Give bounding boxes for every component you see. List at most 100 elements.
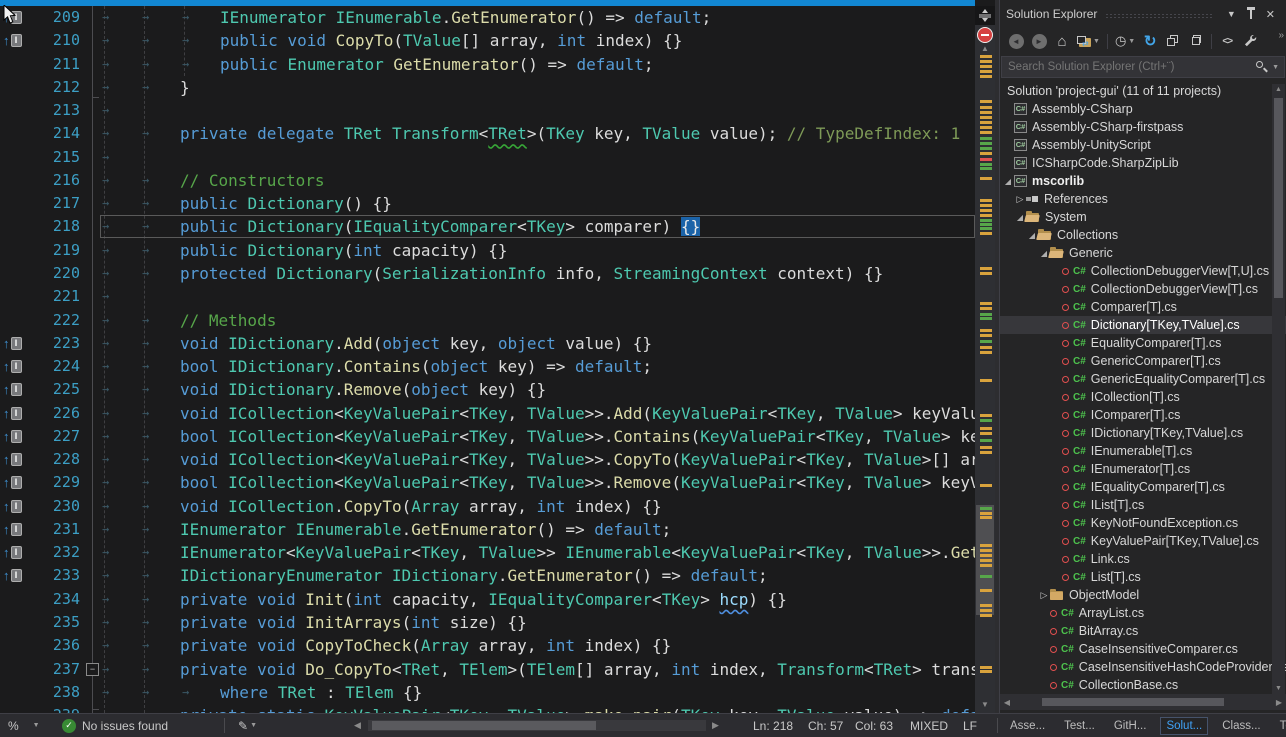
tree-item[interactable]: C#IEnumerable[T].cs: [1000, 442, 1286, 460]
titlebar-grip[interactable]: [1105, 13, 1213, 20]
toolbar-overflow-icon[interactable]: »: [1278, 30, 1284, 41]
code-line[interactable]: →→public Dictionary(int capacity) {}: [100, 239, 975, 262]
scroll-left-icon[interactable]: ◀: [1000, 698, 1014, 707]
tree-item[interactable]: C#BitArray.cs: [1000, 622, 1286, 640]
editor-vertical-scrollbar[interactable]: ▲ ▼: [975, 6, 995, 713]
tree-item[interactable]: ◢Collections: [1000, 226, 1286, 244]
tree-item[interactable]: C#IDictionary[TKey,TValue].cs: [1000, 424, 1286, 442]
line-number[interactable]: 219: [0, 239, 80, 262]
encoding-indicator[interactable]: MIXED: [910, 714, 948, 737]
tree-item[interactable]: C#CollectionDebuggerView[T,U].cs: [1000, 262, 1286, 280]
tool-window-tab[interactable]: Asse...: [1005, 718, 1050, 734]
code-line[interactable]: →→IEnumerator IEnumerable.GetEnumerator(…: [100, 518, 975, 541]
tree-item[interactable]: C#Comparer[T].cs: [1000, 298, 1286, 316]
code-line[interactable]: →: [100, 146, 975, 169]
tree-item[interactable]: ◢System: [1000, 208, 1286, 226]
scroll-right-icon[interactable]: ▶: [712, 714, 719, 737]
close-icon[interactable]: ✕: [1261, 6, 1280, 23]
tree-item[interactable]: C#ICSharpCode.SharpZipLib: [1000, 154, 1286, 172]
tool-window-tab[interactable]: Class...: [1217, 718, 1265, 734]
tree-item[interactable]: C#KeyNotFoundException.cs: [1000, 514, 1286, 532]
code-line-current[interactable]: →→public Dictionary(IEqualityComparer<TK…: [100, 215, 975, 238]
code-line[interactable]: →→private void InitArrays(int size) {}: [100, 611, 975, 634]
code-line[interactable]: →→→where TRet : TElem {}: [100, 681, 975, 704]
line-number[interactable]: 215: [0, 146, 80, 169]
collapse-all-button[interactable]: [1165, 32, 1181, 50]
line-number[interactable]: 222: [0, 309, 80, 332]
code-lines[interactable]: → →→IEnumerator IEnumerable.GetEnumerator…: [100, 0, 975, 713]
code-line[interactable]: →→→public void CopyTo(TValue[] array, in…: [100, 29, 975, 52]
back-button[interactable]: ◄: [1008, 32, 1024, 50]
tree-item[interactable]: C#GenericComparer[T].cs: [1000, 352, 1286, 370]
tree-item[interactable]: ◢Generic: [1000, 244, 1286, 262]
line-number[interactable]: 238: [0, 681, 80, 704]
line-number[interactable]: 237: [0, 658, 80, 681]
code-line[interactable]: →→void ICollection<KeyValuePair<TKey, TV…: [100, 402, 975, 425]
line-number[interactable]: 229: [0, 471, 80, 494]
tree-item[interactable]: C#ArrayList.cs: [1000, 604, 1286, 622]
tree-item[interactable]: C#IEnumerator[T].cs: [1000, 460, 1286, 478]
tree-item[interactable]: C#List[T].cs: [1000, 568, 1286, 586]
line-number[interactable]: 212: [0, 76, 80, 99]
tree-item[interactable]: Solution 'project-gui' (11 of 11 project…: [1000, 82, 1286, 100]
line-number[interactable]: 235: [0, 611, 80, 634]
line-number[interactable]: 223: [0, 332, 80, 355]
tree-item[interactable]: C#EqualityComparer[T].cs: [1000, 334, 1286, 352]
line-number[interactable]: 227: [0, 425, 80, 448]
code-line[interactable]: →→bool IDictionary.Contains(object key) …: [100, 355, 975, 378]
document-health-error-icon[interactable]: [977, 27, 993, 43]
code-line[interactable]: →→private static KeyValuePair<TKey, TVal…: [100, 704, 975, 713]
scrollbar-thumb[interactable]: [372, 721, 596, 730]
code-cleanup-button[interactable]: ✎ ▼: [238, 714, 257, 737]
code-line[interactable]: →→private void CopyToCheck(Array array, …: [100, 634, 975, 657]
tree-item[interactable]: C#ICollection[T].cs: [1000, 388, 1286, 406]
tree-item[interactable]: C#CaseInsensitiveHashCodeProvider.cs: [1000, 658, 1286, 676]
refresh-button[interactable]: ↻: [1142, 32, 1158, 50]
code-line[interactable]: →→// Constructors: [100, 169, 975, 192]
code-line[interactable]: →→public Dictionary() {}: [100, 192, 975, 215]
line-number[interactable]: 224: [0, 355, 80, 378]
search-input[interactable]: [1002, 61, 1254, 73]
code-line[interactable]: →→private void Do_CopyTo<TRet, TElem>(TE…: [100, 658, 975, 681]
scroll-right-icon[interactable]: ▶: [1272, 698, 1286, 707]
scrollbar-thumb[interactable]: [1274, 98, 1283, 298]
line-number[interactable]: 228: [0, 448, 80, 471]
tree-item[interactable]: C#Dictionary[TKey,TValue].cs: [1000, 316, 1286, 334]
code-line[interactable]: →→// Methods: [100, 309, 975, 332]
tree-item[interactable]: C#Assembly-CSharp: [1000, 100, 1286, 118]
tree-expander-icon[interactable]: ◢: [1002, 177, 1014, 186]
tree-item[interactable]: C#Assembly-UnityScript: [1000, 136, 1286, 154]
line-number[interactable]: 236: [0, 634, 80, 657]
tree-item[interactable]: C#IList[T].cs: [1000, 496, 1286, 514]
tree-item[interactable]: C#CollectionBase.cs: [1000, 676, 1286, 694]
code-line[interactable]: →→void IDictionary.Add(object key, objec…: [100, 332, 975, 355]
tree-expander-icon[interactable]: ▷: [1014, 194, 1026, 205]
scroll-left-icon[interactable]: ◀: [354, 714, 361, 737]
code-line[interactable]: →→→public Enumerator GetEnumerator() => …: [100, 53, 975, 76]
scroll-up-icon[interactable]: ▲: [975, 44, 995, 53]
home-button[interactable]: ⌂: [1054, 32, 1070, 50]
tree-item[interactable]: ▷ObjectModel: [1000, 586, 1286, 604]
code-line[interactable]: →→IEnumerator<KeyValuePair<TKey, TValue>…: [100, 541, 975, 564]
code-line[interactable]: →→IDictionaryEnumerator IDictionary.GetE…: [100, 564, 975, 587]
line-number-margin[interactable]: 2092102112122132142152162172182192202212…: [0, 0, 80, 713]
zoom-control[interactable]: % ▼: [8, 714, 40, 737]
document-health-indicator[interactable]: ✓ No issues found: [62, 714, 168, 737]
scroll-down-icon[interactable]: ▼: [1272, 685, 1285, 692]
line-number[interactable]: 217: [0, 192, 80, 215]
scroll-up-icon[interactable]: ▲: [1272, 86, 1285, 93]
line-number[interactable]: 226: [0, 402, 80, 425]
tree-item[interactable]: C#Link.cs: [1000, 550, 1286, 568]
line-number[interactable]: 220: [0, 262, 80, 285]
search-icon[interactable]: [1254, 60, 1268, 74]
scroll-down-icon[interactable]: ▼: [975, 700, 995, 709]
code-line[interactable]: →→void IDictionary.Remove(object key) {}: [100, 378, 975, 401]
line-number[interactable]: 214: [0, 122, 80, 145]
tool-window-tab[interactable]: Test...: [1059, 718, 1100, 734]
forward-button[interactable]: ►: [1031, 32, 1047, 50]
tree-horizontal-scrollbar[interactable]: ◀ ▶: [1000, 694, 1286, 710]
line-number[interactable]: 234: [0, 588, 80, 611]
line-number[interactable]: 221: [0, 285, 80, 308]
search-options-icon[interactable]: ▼: [1272, 64, 1279, 71]
tree-item[interactable]: ▷References: [1000, 190, 1286, 208]
